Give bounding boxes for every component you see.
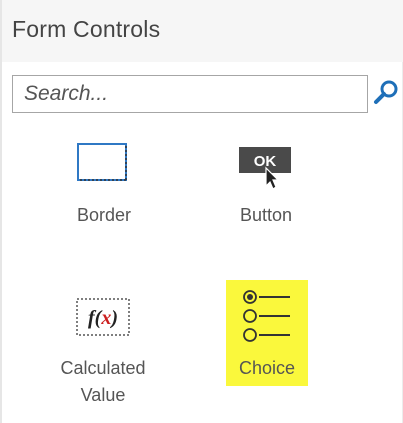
control-label-calculated-value: Calculated Value: [42, 355, 164, 409]
control-label-choice: Choice: [238, 358, 296, 378]
svg-text:f(x): f(x): [88, 307, 118, 329]
control-label-border: Border: [76, 205, 132, 225]
svg-text:OK: OK: [254, 153, 277, 170]
control-calculated-value[interactable]: f(x) Calculated Value: [42, 285, 164, 415]
choice-list-icon: [243, 290, 290, 342]
form-controls-panel: Form Controls Border OK Button f(x) Ca: [0, 0, 403, 423]
control-label-line-1: Calculated: [60, 358, 146, 378]
control-button[interactable]: OK Button: [212, 136, 320, 236]
panel-header: Form Controls: [2, 0, 403, 62]
control-border[interactable]: Border: [52, 136, 156, 236]
search-input[interactable]: [13, 76, 367, 112]
ok-button-icon: OK: [239, 147, 291, 190]
border-icon: [77, 143, 127, 181]
panel-title: Form Controls: [12, 16, 161, 42]
control-label-line-2: Value: [80, 385, 126, 405]
search-icon[interactable]: [373, 78, 401, 106]
search-box[interactable]: [12, 75, 368, 113]
control-choice[interactable]: Choice: [226, 280, 308, 386]
control-label-button: Button: [239, 205, 293, 225]
function-icon: f(x): [76, 298, 130, 336]
